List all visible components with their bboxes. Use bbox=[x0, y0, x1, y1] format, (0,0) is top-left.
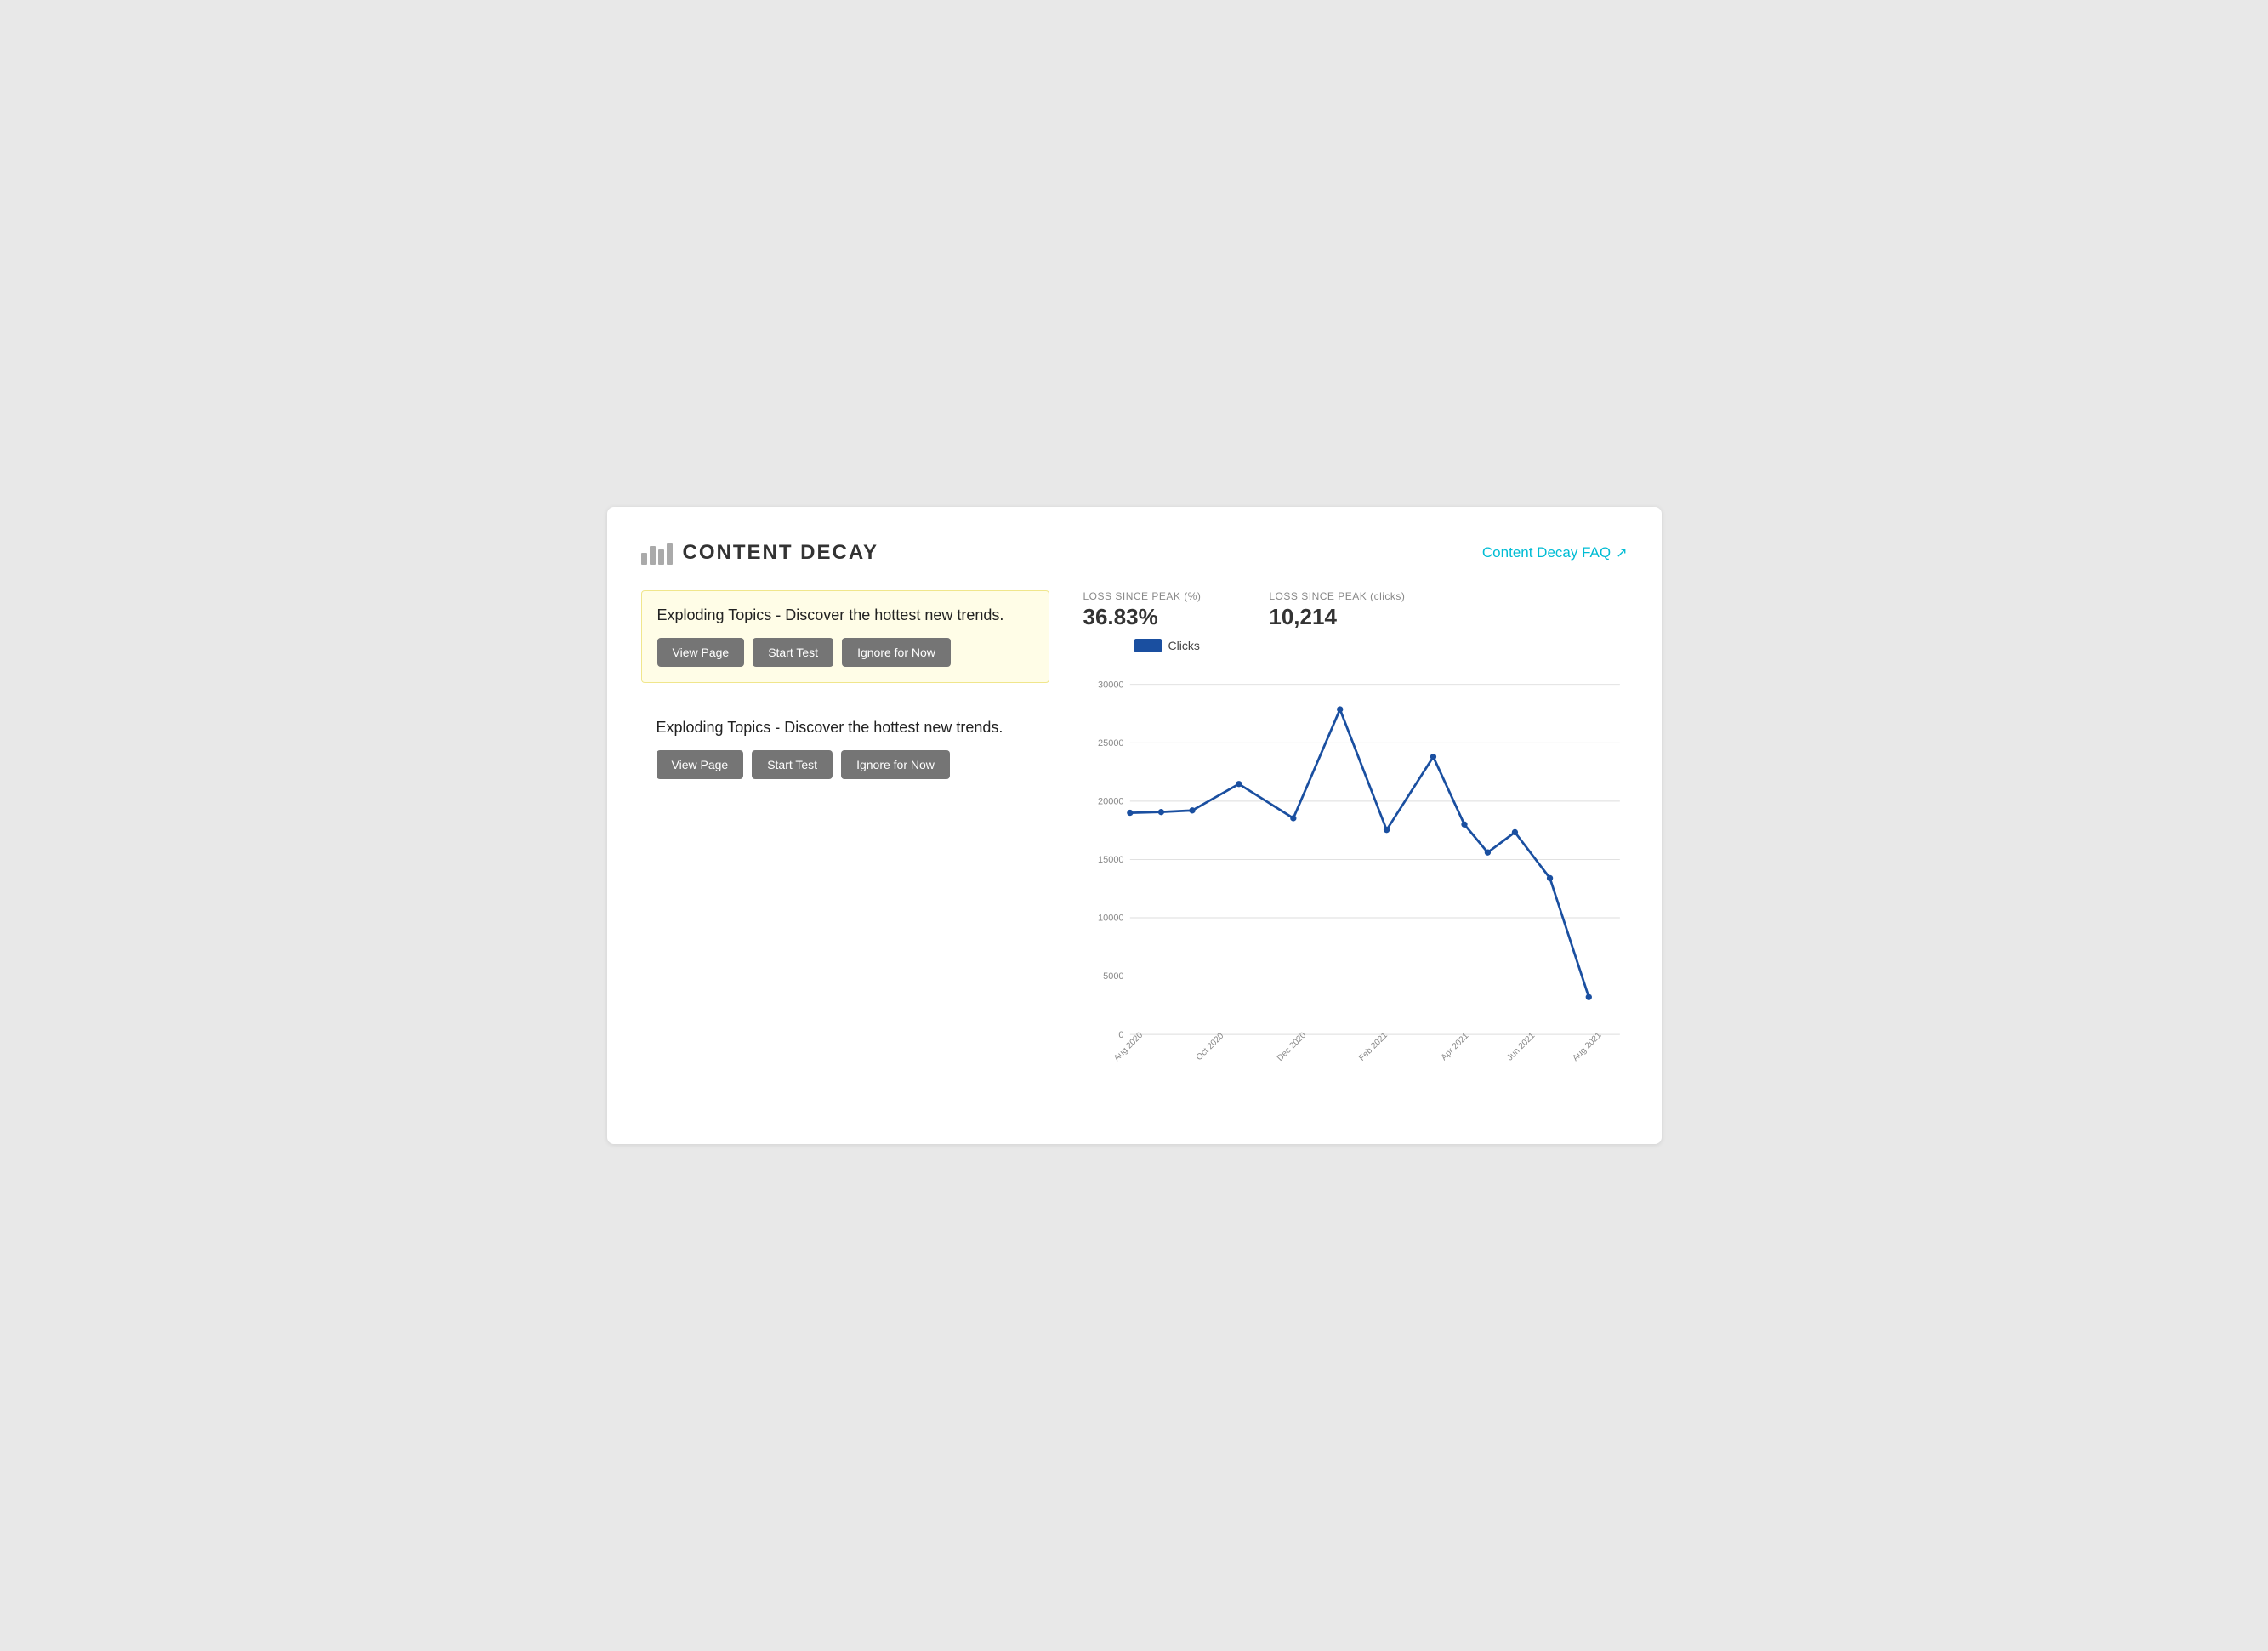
loss-clicks-value: 10,214 bbox=[1269, 604, 1405, 630]
data-point bbox=[1157, 809, 1163, 815]
left-panel: Exploding Topics - Discover the hottest … bbox=[641, 590, 1049, 1102]
button-row-1: View Page Start Test Ignore for Now bbox=[657, 638, 1033, 667]
svg-text:Aug 2021: Aug 2021 bbox=[1571, 1030, 1603, 1062]
data-point bbox=[1430, 754, 1435, 760]
loss-clicks-label: LOSS SINCE PEAK (clicks) bbox=[1269, 590, 1405, 602]
view-page-button-1[interactable]: View Page bbox=[657, 638, 745, 667]
page-item-2: Exploding Topics - Discover the hottest … bbox=[641, 703, 1049, 794]
svg-text:Feb 2021: Feb 2021 bbox=[1357, 1031, 1390, 1063]
start-test-button-2[interactable]: Start Test bbox=[752, 750, 833, 779]
svg-text:25000: 25000 bbox=[1098, 738, 1124, 749]
data-point bbox=[1383, 827, 1389, 833]
loss-pct-value: 36.83% bbox=[1083, 604, 1202, 630]
page-title: CONTENT DECAY bbox=[683, 541, 878, 565]
svg-text:Oct 2020: Oct 2020 bbox=[1194, 1031, 1225, 1062]
external-link-icon: ↗ bbox=[1616, 544, 1627, 561]
page-title-1: Exploding Topics - Discover the hottest … bbox=[657, 605, 1033, 626]
button-row-2: View Page Start Test Ignore for Now bbox=[657, 750, 1034, 779]
data-point bbox=[1585, 994, 1591, 1000]
svg-text:5000: 5000 bbox=[1103, 971, 1123, 982]
svg-text:20000: 20000 bbox=[1098, 797, 1124, 807]
header-left: CONTENT DECAY bbox=[641, 541, 878, 565]
svg-text:0: 0 bbox=[1118, 1030, 1123, 1040]
data-point bbox=[1127, 810, 1133, 816]
loss-pct-label: LOSS SINCE PEAK (%) bbox=[1083, 590, 1202, 602]
svg-text:Jun 2021: Jun 2021 bbox=[1505, 1031, 1537, 1062]
data-point bbox=[1546, 875, 1552, 881]
right-panel: LOSS SINCE PEAK (%) 36.83% LOSS SINCE PE… bbox=[1083, 590, 1628, 1102]
ignore-button-2[interactable]: Ignore for Now bbox=[841, 750, 950, 779]
data-point bbox=[1189, 807, 1195, 813]
data-point bbox=[1236, 781, 1242, 787]
start-test-button-1[interactable]: Start Test bbox=[753, 638, 833, 667]
svg-text:Apr 2021: Apr 2021 bbox=[1439, 1031, 1470, 1062]
legend-label-clicks: Clicks bbox=[1168, 639, 1200, 652]
line-chart: 0 5000 10000 15000 20000 25000 30000 Aug… bbox=[1083, 659, 1628, 1067]
stat-loss-clicks: LOSS SINCE PEAK (clicks) 10,214 bbox=[1269, 590, 1405, 630]
page-title-2: Exploding Topics - Discover the hottest … bbox=[657, 717, 1034, 738]
legend-color-clicks bbox=[1134, 639, 1162, 652]
stat-loss-pct: LOSS SINCE PEAK (%) 36.83% bbox=[1083, 590, 1202, 630]
data-point bbox=[1511, 829, 1517, 835]
clicks-line bbox=[1129, 709, 1588, 997]
svg-text:Aug 2020: Aug 2020 bbox=[1111, 1030, 1144, 1062]
svg-text:Dec 2020: Dec 2020 bbox=[1275, 1030, 1307, 1062]
svg-text:30000: 30000 bbox=[1098, 680, 1124, 690]
svg-text:15000: 15000 bbox=[1098, 855, 1124, 865]
ignore-button-1[interactable]: Ignore for Now bbox=[842, 638, 951, 667]
data-point bbox=[1484, 850, 1490, 856]
faq-label: Content Decay FAQ bbox=[1482, 544, 1611, 561]
data-point bbox=[1290, 815, 1296, 821]
stats-row: LOSS SINCE PEAK (%) 36.83% LOSS SINCE PE… bbox=[1083, 590, 1628, 630]
chart-legend: Clicks bbox=[1083, 639, 1628, 652]
svg-text:10000: 10000 bbox=[1098, 914, 1124, 924]
bar-chart-icon bbox=[641, 541, 673, 565]
page-item-1: Exploding Topics - Discover the hottest … bbox=[641, 590, 1049, 683]
header: CONTENT DECAY Content Decay FAQ ↗ bbox=[641, 541, 1628, 565]
chart-area: 0 5000 10000 15000 20000 25000 30000 Aug… bbox=[1083, 659, 1628, 1102]
main-card: CONTENT DECAY Content Decay FAQ ↗ Explod… bbox=[607, 507, 1662, 1144]
faq-link[interactable]: Content Decay FAQ ↗ bbox=[1482, 544, 1628, 561]
data-point bbox=[1461, 822, 1467, 828]
content-area: Exploding Topics - Discover the hottest … bbox=[641, 590, 1628, 1102]
data-point bbox=[1337, 706, 1343, 712]
view-page-button-2[interactable]: View Page bbox=[657, 750, 744, 779]
